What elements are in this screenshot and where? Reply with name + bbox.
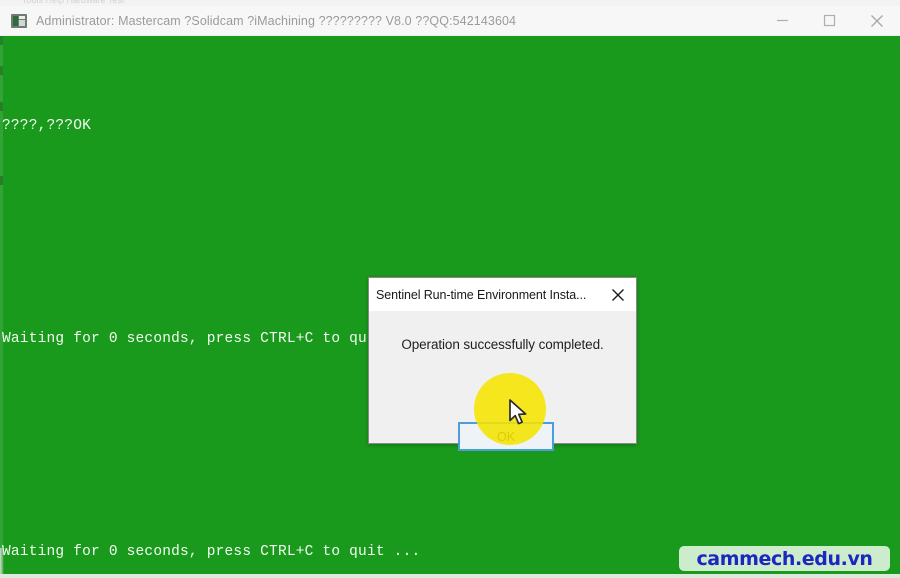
close-icon [612, 288, 624, 301]
console-titlebar[interactable]: Administrator: Mastercam ?Solidcam ?iMac… [0, 6, 900, 36]
console-title: Administrator: Mastercam ?Solidcam ?iMac… [36, 13, 517, 28]
ok-button[interactable]: OK [458, 422, 554, 451]
close-button[interactable] [853, 6, 900, 36]
minimize-icon [777, 19, 788, 22]
console-line: Waiting for 0 seconds, press CTRL+C to q… [2, 544, 421, 560]
screenshot-root: Tools Help Hardware Test Administrator: … [0, 0, 900, 578]
watermark-text: cammech.edu.vn [696, 547, 873, 570]
console-line: ????,???OK [2, 118, 92, 134]
maximize-icon [823, 14, 836, 27]
console-text: ????,???OK Waiting for 0 seconds, press … [2, 38, 420, 578]
dialog-body: Operation successfully completed. OK [369, 311, 636, 451]
console-bottom-edge [0, 574, 900, 578]
minimize-button[interactable] [759, 6, 806, 36]
console-app-icon [11, 13, 27, 28]
window-controls [759, 6, 900, 36]
maximize-button[interactable] [806, 6, 853, 36]
sentinel-installer-dialog: Sentinel Run-time Environment Insta... O… [368, 277, 637, 451]
dialog-titlebar[interactable]: Sentinel Run-time Environment Insta... [369, 278, 636, 311]
console-line: Waiting for 0 seconds, press CTRL+C to q… [2, 331, 421, 347]
site-watermark: cammech.edu.vn [679, 546, 890, 571]
dialog-title: Sentinel Run-time Environment Insta... [376, 287, 587, 302]
dialog-message: Operation successfully completed. [401, 337, 604, 352]
dialog-close-button[interactable] [600, 278, 636, 311]
close-icon [870, 14, 883, 27]
background-ghost-text: Tools Help Hardware Test [22, 0, 125, 5]
